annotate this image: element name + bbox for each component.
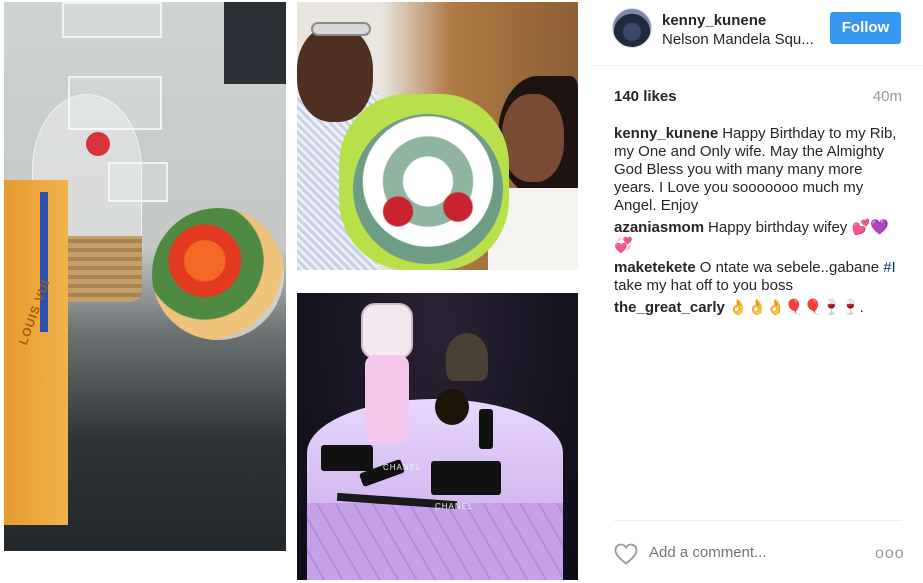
cream-jar xyxy=(435,389,469,425)
heart-icon[interactable] xyxy=(614,543,638,565)
man-face xyxy=(297,26,373,122)
sunglasses xyxy=(311,22,371,36)
gift-table-photo[interactable]: LOUIS VUI xyxy=(4,2,286,551)
post-location[interactable]: Nelson Mandela Squ... xyxy=(662,31,822,48)
perfume-cap xyxy=(361,303,413,359)
more-options-button[interactable]: ooo xyxy=(875,545,905,563)
post-media[interactable]: LOUIS VUI CHANEL CHANEL xyxy=(0,0,591,583)
cake-side xyxy=(307,503,563,580)
comment-username[interactable]: azaniasmom xyxy=(614,219,704,236)
red-bow xyxy=(86,132,110,156)
comment-item: maketekete O ntate wa sebele..gabane #I t… xyxy=(614,259,904,295)
comment-username[interactable]: kenny_kunene xyxy=(614,125,718,142)
compact-palette xyxy=(321,445,373,471)
eyeshadow-palette xyxy=(431,461,501,495)
flower-bouquet xyxy=(152,208,284,340)
follow-button[interactable]: Follow xyxy=(830,12,901,44)
author-username[interactable]: kenny_kunene xyxy=(662,12,766,29)
comment-item: the_great_carly 👌👌👌🎈🎈🍷🍷. xyxy=(614,299,904,317)
comment-text: O ntate wa sebele..gabane xyxy=(699,259,884,276)
comment-text: 👌👌👌🎈🎈🍷🍷. xyxy=(728,299,864,316)
cake-photo[interactable]: CHANEL CHANEL xyxy=(297,293,578,580)
brand-label: CHANEL xyxy=(435,502,474,511)
lipstick xyxy=(479,409,493,449)
post-stats: 140 likes 40m xyxy=(614,88,902,108)
shopping-bag xyxy=(4,180,68,525)
wall-art xyxy=(224,2,286,84)
brand-label: CHANEL xyxy=(383,463,422,472)
add-comment-input[interactable] xyxy=(649,544,849,561)
comment-item: azaniasmom Happy birthday wifey 💕💜💞 xyxy=(614,219,904,255)
couple-photo[interactable] xyxy=(297,2,578,270)
caption: kenny_kunene Happy Birthday to my Rib, my… xyxy=(614,125,904,215)
divider xyxy=(614,520,902,521)
post-header: kenny_kunene Nelson Mandela Squ... Follo… xyxy=(591,0,923,66)
comments-list: kenny_kunene Happy Birthday to my Rib, my… xyxy=(614,125,904,321)
post-details-panel: kenny_kunene Nelson Mandela Squ... Follo… xyxy=(591,0,923,583)
gift-basket xyxy=(60,236,142,302)
comment-username[interactable]: maketekete xyxy=(614,259,696,276)
vase xyxy=(446,333,488,381)
comment-text: take my hat off to you boss xyxy=(614,277,793,294)
perfume-bottle xyxy=(365,355,409,443)
post-time[interactable]: 40m xyxy=(873,88,902,105)
avatar[interactable] xyxy=(612,8,652,48)
glass-shelf xyxy=(62,2,162,38)
hashtag-link[interactable]: #I xyxy=(883,259,896,276)
birthday-flowers xyxy=(353,114,503,264)
likes-count[interactable]: 140 likes xyxy=(614,88,677,105)
comment-username[interactable]: the_great_carly xyxy=(614,299,725,316)
woman-face xyxy=(502,94,564,182)
